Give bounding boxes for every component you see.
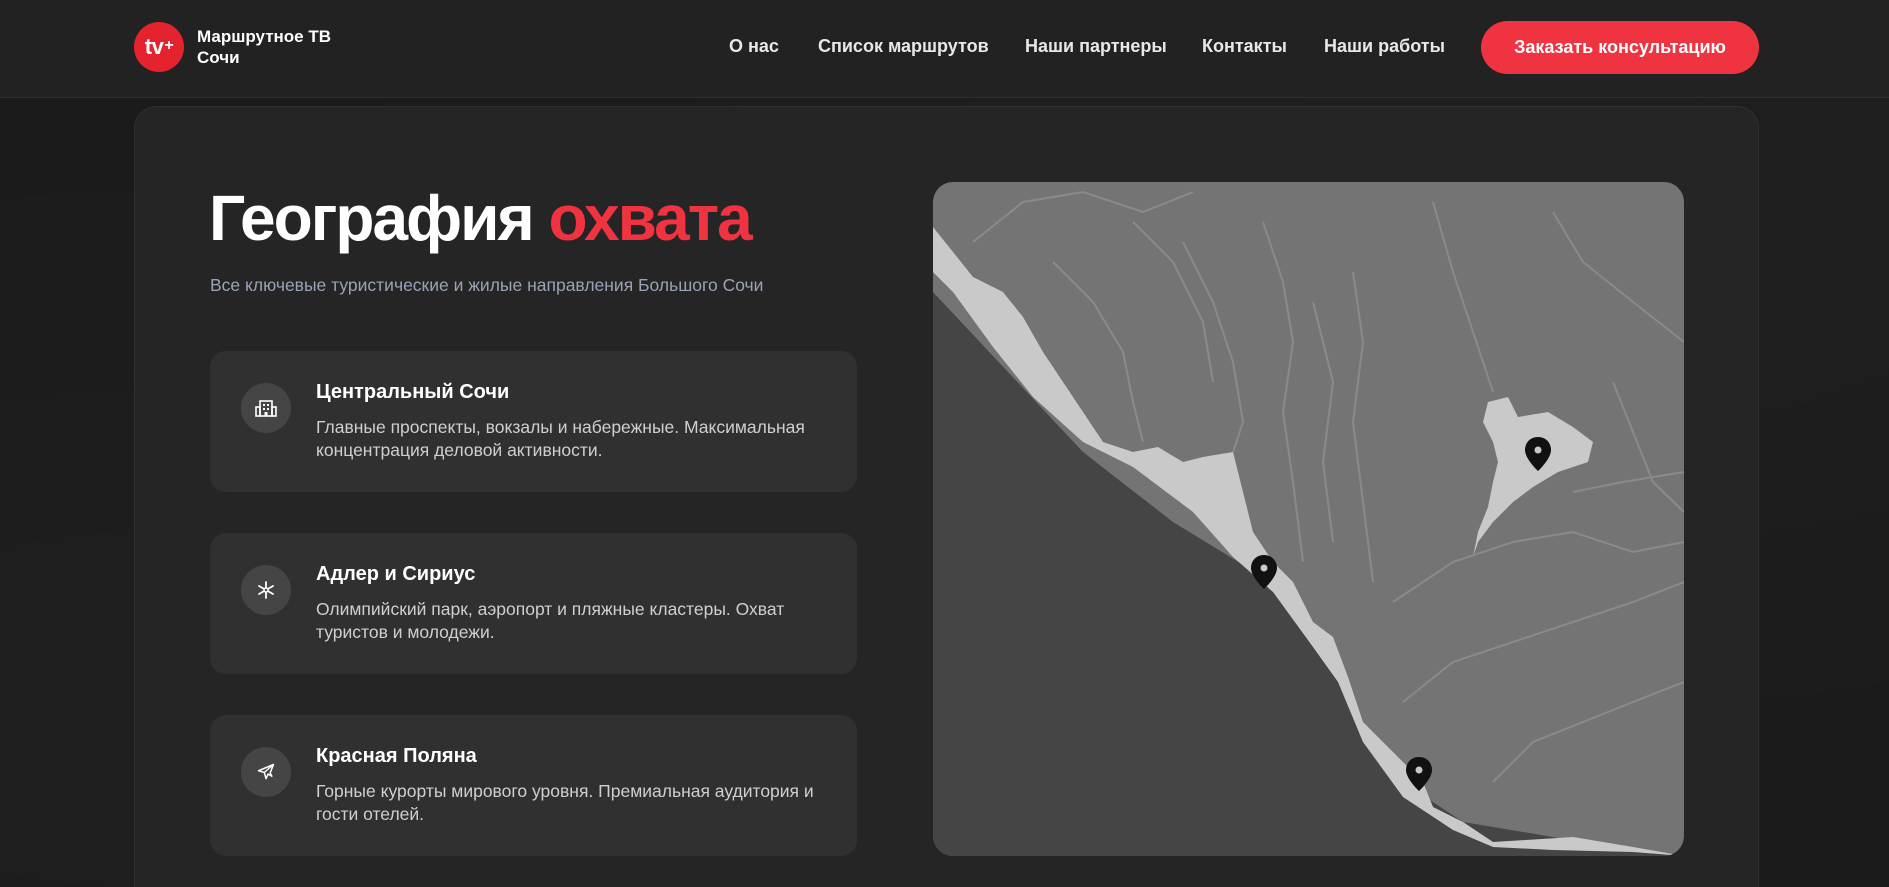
- section-subtitle: Все ключевые туристические и жилые напра…: [210, 275, 764, 295]
- region-description: Главные проспекты, вокзалы и набережные.…: [316, 417, 805, 460]
- region-description: Горные курорты мирового уровня. Премиаль…: [316, 781, 814, 824]
- map-line: [972, 190, 1194, 243]
- brand-name: Маршрутное ТВ Сочи: [197, 27, 332, 67]
- order-consultation-button[interactable]: Заказать консультацию: [1481, 21, 1759, 74]
- map-line: [1392, 530, 1684, 603]
- nav-item-works[interactable]: Наши работы: [1324, 36, 1445, 57]
- nav-item-routes[interactable]: Список маршрутов: [818, 36, 989, 57]
- map-line: [1312, 301, 1335, 543]
- map-line: [1182, 241, 1245, 453]
- map-line: [1432, 201, 1494, 393]
- map-line: [1492, 681, 1684, 783]
- map-line: [1572, 471, 1684, 493]
- coverage-map[interactable]: [933, 182, 1684, 856]
- snowflake-icon: [241, 565, 291, 615]
- logo-mark: tv: [144, 34, 164, 59]
- map-line: [1552, 211, 1684, 343]
- region-card-central-sochi: Центральный Сочи Главные проспекты, вокз…: [210, 351, 857, 492]
- region-description: Олимпийский парк, аэропорт и пляжные кла…: [316, 599, 785, 642]
- region-title: Центральный Сочи: [316, 381, 510, 403]
- logo-plus: +: [164, 37, 174, 54]
- nav-item-contacts[interactable]: Контакты: [1202, 36, 1287, 57]
- region-card-adler-sirius: Адлер и Сириус Олимпийский парк, аэропор…: [210, 533, 857, 674]
- site-header: tv + Маршрутное ТВ Сочи О нас Список марш…: [0, 0, 1889, 98]
- map-line: [1351, 271, 1374, 583]
- region-title: Красная Поляна: [316, 745, 477, 767]
- title-main: География: [209, 182, 535, 254]
- building-icon: [241, 383, 291, 433]
- airplane-icon: [241, 747, 291, 797]
- logo[interactable]: tv + Маршрутное ТВ Сочи: [134, 22, 357, 72]
- region-card-krasnaya-polyana: Красная Поляна Горные курорты мирового у…: [210, 715, 857, 856]
- map-line: [1132, 221, 1214, 383]
- title-accent: охвата: [548, 182, 753, 254]
- region-title: Адлер и Сириус: [316, 563, 476, 585]
- logo-badge: tv +: [134, 22, 184, 72]
- map-line: [1262, 221, 1304, 563]
- nav-item-about[interactable]: О нас: [729, 36, 779, 57]
- map-line: [1402, 581, 1684, 703]
- section-title: География охвата: [209, 178, 753, 258]
- nav-item-partners[interactable]: Наши партнеры: [1025, 36, 1167, 57]
- map-line: [1612, 381, 1684, 513]
